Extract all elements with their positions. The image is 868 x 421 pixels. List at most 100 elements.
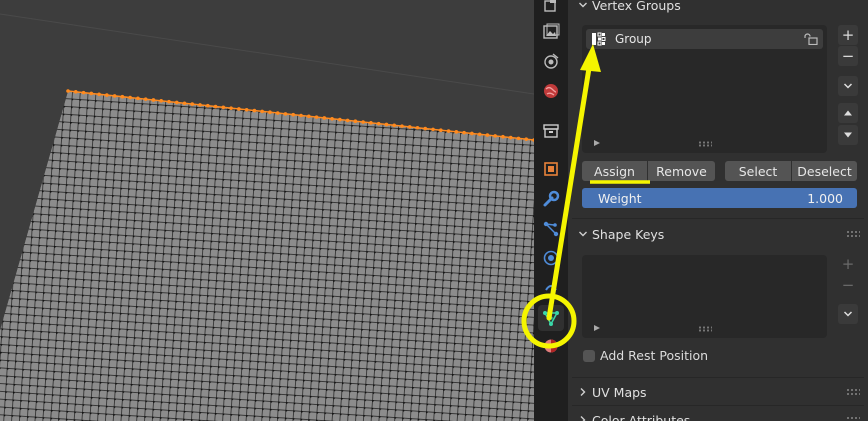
vertex-group-item[interactable]: Group bbox=[586, 29, 823, 49]
selected-vertex bbox=[283, 112, 288, 116]
tool-icon bbox=[544, 0, 556, 12]
selected-vertex bbox=[128, 95, 132, 100]
list-resize-grip[interactable] bbox=[697, 326, 712, 332]
assign-button[interactable]: Assign bbox=[582, 161, 647, 181]
tab-output[interactable] bbox=[538, 19, 564, 45]
vertex-groups-header[interactable]: Vertex Groups bbox=[574, 0, 862, 16]
lock-icon[interactable] bbox=[804, 33, 818, 48]
selected-vertex bbox=[353, 119, 358, 124]
selected-vertex bbox=[275, 111, 280, 115]
selected-vertex bbox=[493, 134, 497, 138]
section-divider bbox=[572, 377, 864, 378]
selected-vertex bbox=[136, 96, 140, 101]
color-attributes-title: Color Attributes bbox=[592, 412, 691, 421]
weight-slider[interactable]: Weight 1.000 bbox=[582, 188, 857, 208]
view-layer-icon bbox=[544, 53, 559, 69]
physics-icon bbox=[543, 250, 559, 266]
move-down-button[interactable] bbox=[838, 125, 858, 145]
deselect-button[interactable]: Deselect bbox=[792, 161, 857, 181]
selected-vertex bbox=[268, 110, 272, 115]
shape-keys-list[interactable] bbox=[582, 255, 827, 338]
viewport-canvas[interactable] bbox=[0, 0, 534, 421]
list-expand-icon[interactable] bbox=[594, 140, 600, 146]
color-attributes-header[interactable]: Color Attributes bbox=[574, 409, 862, 421]
selected-vertex bbox=[244, 107, 249, 112]
selected-vertex bbox=[299, 113, 303, 118]
selected-vertex bbox=[151, 98, 156, 102]
panel-drag-grip[interactable] bbox=[846, 388, 860, 396]
chevron-down-icon bbox=[843, 311, 853, 317]
selected-vertex bbox=[501, 134, 505, 139]
selected-vertex bbox=[400, 124, 404, 128]
list-resize-grip[interactable] bbox=[697, 141, 712, 147]
selected-vertex bbox=[252, 108, 257, 113]
move-up-button[interactable] bbox=[838, 103, 858, 123]
chevron-right-icon bbox=[574, 415, 592, 421]
chevron-down-icon bbox=[574, 229, 592, 239]
selected-vertex bbox=[81, 90, 86, 95]
vertex-group-specials-button[interactable] bbox=[838, 76, 858, 96]
selected-vertex bbox=[306, 114, 311, 119]
selected-vertex bbox=[330, 116, 334, 121]
3d-viewport[interactable] bbox=[0, 0, 534, 421]
selected-vertex bbox=[120, 94, 125, 99]
selected-vertex bbox=[229, 106, 233, 110]
weight-label: Weight bbox=[598, 190, 642, 206]
tab-tool[interactable] bbox=[538, 0, 564, 18]
uv-maps-title: UV Maps bbox=[592, 384, 647, 400]
selected-vertex bbox=[260, 109, 264, 114]
selected-vertex bbox=[423, 126, 428, 131]
remove-vertex-group-button[interactable]: − bbox=[838, 46, 858, 66]
shape-key-specials-button[interactable] bbox=[838, 304, 858, 324]
add-rest-position-checkbox[interactable] bbox=[583, 350, 595, 362]
remove-shape-key-button[interactable]: − bbox=[838, 275, 858, 295]
panel-drag-grip[interactable] bbox=[846, 416, 860, 421]
tab-constraints[interactable] bbox=[538, 276, 564, 302]
selected-vertex bbox=[190, 102, 195, 106]
tab-physics[interactable] bbox=[538, 245, 564, 271]
tab-view-layer[interactable] bbox=[538, 48, 564, 74]
mesh-plane[interactable] bbox=[0, 91, 534, 421]
selected-vertex bbox=[431, 127, 435, 132]
tab-collection[interactable] bbox=[538, 118, 564, 144]
selected-vertex bbox=[470, 131, 474, 136]
section-divider bbox=[572, 405, 864, 406]
selected-vertex bbox=[369, 121, 373, 125]
add-shape-key-button[interactable]: + bbox=[838, 254, 858, 274]
tab-object[interactable] bbox=[538, 156, 564, 182]
properties-panel: Vertex Groups Group + − Assign Remove Se… bbox=[568, 0, 868, 421]
triangle-up-icon bbox=[844, 110, 852, 116]
selected-vertex bbox=[198, 103, 202, 107]
selected-vertex bbox=[361, 120, 365, 124]
tab-material[interactable] bbox=[538, 333, 564, 359]
tab-modifier[interactable] bbox=[538, 186, 564, 212]
selected-vertex bbox=[439, 128, 443, 132]
uv-maps-header[interactable]: UV Maps bbox=[574, 381, 862, 403]
vertex-groups-list[interactable]: Group bbox=[582, 25, 827, 153]
material-icon bbox=[544, 339, 558, 353]
list-expand-icon[interactable] bbox=[594, 325, 600, 331]
constraints-icon bbox=[545, 285, 557, 291]
remove-button[interactable]: Remove bbox=[648, 161, 715, 181]
particles-icon bbox=[543, 221, 559, 237]
selected-vertex bbox=[314, 115, 319, 119]
panel-drag-grip[interactable] bbox=[846, 230, 860, 238]
selected-vertex bbox=[407, 125, 412, 129]
selected-vertex bbox=[345, 118, 350, 123]
selected-vertex bbox=[454, 130, 459, 134]
weight-value: 1.000 bbox=[807, 190, 843, 206]
tab-particles[interactable] bbox=[538, 216, 564, 242]
collection-icon bbox=[543, 124, 559, 138]
selected-vertex bbox=[182, 101, 187, 106]
selected-vertex bbox=[221, 105, 226, 110]
selected-vertex bbox=[524, 137, 529, 141]
shape-keys-header[interactable]: Shape Keys bbox=[574, 223, 862, 245]
selected-vertex bbox=[167, 99, 171, 104]
selected-vertex bbox=[143, 97, 148, 101]
tab-world[interactable] bbox=[538, 78, 564, 104]
add-vertex-group-button[interactable]: + bbox=[838, 25, 858, 45]
select-button[interactable]: Select bbox=[725, 161, 791, 181]
selected-vertex bbox=[462, 130, 466, 135]
tab-object-data[interactable] bbox=[538, 305, 564, 331]
selected-vertex bbox=[446, 129, 451, 133]
